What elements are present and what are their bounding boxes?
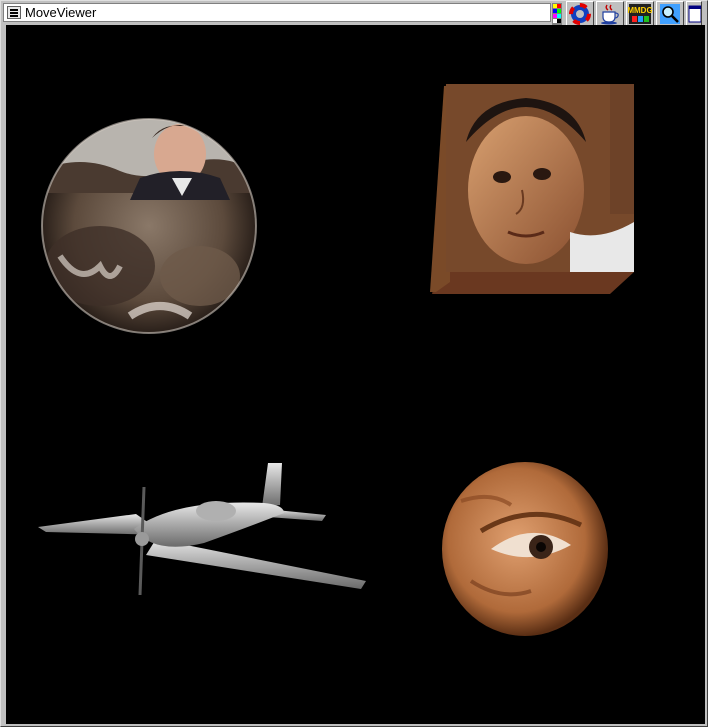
color-palette-icon (552, 3, 562, 25)
3d-viewport[interactable] (6, 25, 705, 724)
textured-cube-child-face[interactable] (430, 82, 638, 296)
window-overflow-button[interactable] (686, 1, 702, 27)
textured-sphere-eye[interactable] (441, 461, 609, 637)
app-icon[interactable] (7, 6, 21, 19)
lifebuoy-icon (569, 3, 591, 25)
app-window: MoveViewer MMDG (0, 0, 708, 727)
magnifier-icon (660, 4, 680, 24)
magnifier-button[interactable] (656, 1, 684, 27)
lifebuoy-button[interactable] (566, 1, 594, 27)
window-title: MoveViewer (25, 5, 97, 20)
java-cup-button[interactable] (596, 1, 624, 27)
title-bar[interactable]: MoveViewer (3, 3, 551, 22)
window-overflow-icon (688, 5, 701, 23)
mmdg-icon: MMDG (628, 4, 652, 24)
mmdg-button[interactable]: MMDG (626, 1, 654, 27)
svg-text:MMDG: MMDG (628, 6, 652, 15)
toolbar: MMDG (566, 1, 702, 27)
java-cup-icon (601, 4, 619, 25)
textured-sphere-man[interactable] (40, 116, 258, 336)
airplane-model[interactable] (36, 459, 370, 601)
